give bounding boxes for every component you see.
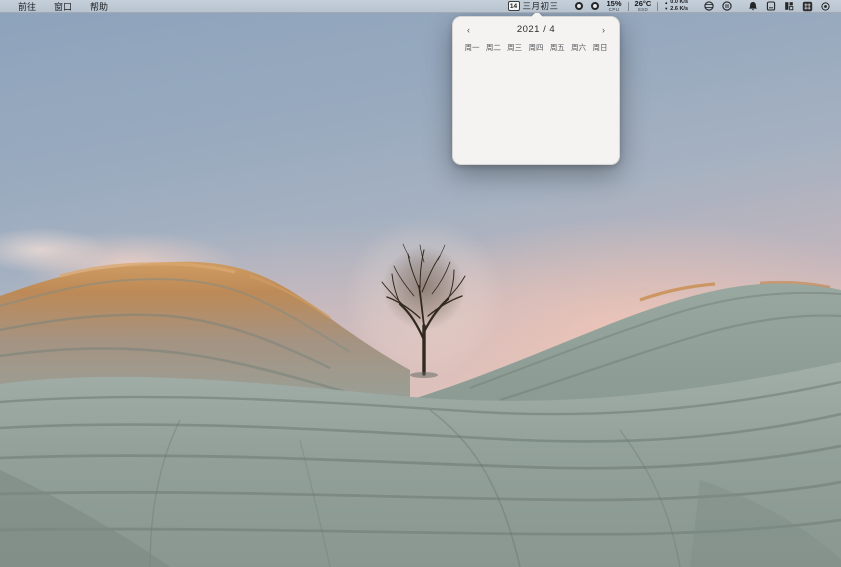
weekday-label: 周五	[547, 42, 567, 53]
gauge-ring-1[interactable]	[571, 0, 587, 12]
download-arrow-icon: ▼	[664, 7, 668, 11]
circle-dot-icon	[821, 2, 830, 11]
wallpaper-art	[0, 0, 841, 567]
temp-value: 26°C	[635, 0, 652, 7]
ring-icon	[591, 2, 599, 10]
panels-menu-extra[interactable]	[780, 0, 798, 12]
bell-menu-extra[interactable]	[744, 0, 762, 12]
menu-item-help[interactable]: 帮助	[81, 0, 117, 12]
weekday-label: 周四	[526, 42, 546, 53]
weekday-label: 周六	[569, 42, 589, 53]
globe-icon	[704, 1, 714, 11]
upload-arrow-icon: ▲	[664, 1, 668, 5]
divider	[628, 2, 629, 11]
gauge-ring-2[interactable]	[587, 0, 603, 12]
ring-icon	[575, 2, 583, 10]
weekday-label: 周一	[462, 42, 482, 53]
menu-item-window[interactable]: 窗口	[45, 0, 81, 12]
panels-icon	[784, 1, 794, 11]
temp-label: SSD	[638, 8, 648, 13]
document-menu-extra[interactable]	[762, 0, 780, 12]
divider	[657, 2, 658, 11]
lunar-date-label: 三月初三	[523, 0, 559, 12]
weekday-label: 周二	[483, 42, 503, 53]
globe-menu-extra[interactable]	[700, 0, 718, 12]
menu-bar-left: 前往 窗口 帮助	[0, 0, 117, 12]
temp-stat-extra[interactable]: 26°C SSD	[631, 0, 656, 12]
cpu-value: 15%	[607, 0, 622, 7]
circled-menu-icon	[722, 1, 732, 11]
download-speed: 2.6 K/s	[670, 7, 688, 13]
calendar-header: ‹ 2021 / 4 ›	[453, 17, 619, 35]
weekday-header-row: 周一 周二 周三 周四 周五 周六 周日	[453, 35, 619, 53]
menu-item-go[interactable]: 前往	[9, 0, 45, 12]
input-method-menu-extra[interactable]	[798, 0, 817, 12]
calendar-menu-extra[interactable]: 14 三月初三	[504, 0, 563, 12]
menu-bar: 前往 窗口 帮助 14 三月初三 15% CPU 26°C SSD	[0, 0, 841, 13]
prev-month-button[interactable]: ‹	[465, 25, 472, 35]
circle-dot-menu-extra[interactable]	[817, 0, 834, 12]
weekday-label: 周日	[590, 42, 610, 53]
upload-speed: 0.0 K/s	[670, 0, 688, 6]
calendar-grid-empty	[453, 53, 619, 153]
circled-menu-extra[interactable]	[718, 0, 736, 12]
calendar-day-icon: 14	[508, 1, 520, 11]
calendar-popover: ‹ 2021 / 4 › 周一 周二 周三 周四 周五 周六 周日	[452, 16, 620, 165]
menu-bar-extras: 14 三月初三 15% CPU 26°C SSD ▲	[504, 0, 841, 12]
cpu-stat-extra[interactable]: 15% CPU	[603, 0, 626, 12]
document-icon	[766, 1, 776, 11]
next-month-button[interactable]: ›	[600, 25, 607, 35]
bell-icon	[748, 1, 758, 11]
foreground-rocks	[0, 362, 841, 567]
calendar-month-title: 2021 / 4	[517, 24, 555, 35]
input-method-icon	[802, 1, 813, 12]
desktop-wallpaper	[0, 0, 841, 567]
cpu-label: CPU	[609, 8, 620, 13]
network-stat-extra[interactable]: ▲ 0.0 K/s ▼ 2.6 K/s	[660, 0, 692, 12]
weekday-label: 周三	[505, 42, 525, 53]
